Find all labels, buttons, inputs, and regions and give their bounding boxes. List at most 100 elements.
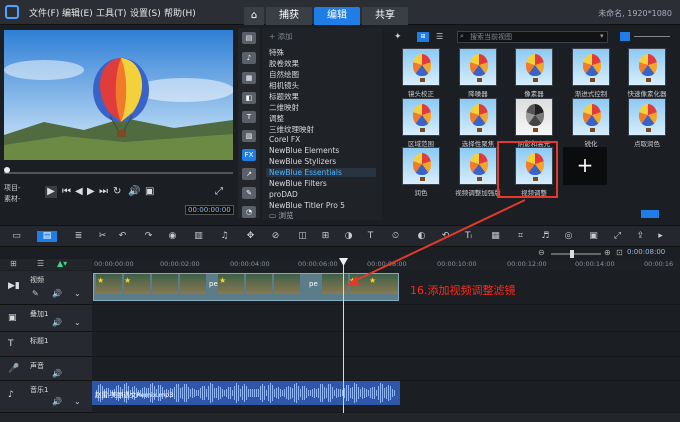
- title-track-lane[interactable]: [92, 332, 680, 357]
- effect-thumbnail[interactable]: [572, 98, 610, 136]
- effect-thumbnail[interactable]: [459, 48, 497, 86]
- track-add-icon[interactable]: ⊞: [10, 259, 17, 268]
- category-item[interactable]: NewBlue Filters: [269, 179, 327, 188]
- effect-thumbnail[interactable]: [515, 98, 553, 136]
- overlay-track-lane[interactable]: [92, 305, 680, 332]
- dropdown-icon[interactable]: ▾: [600, 32, 604, 40]
- category-item-selected[interactable]: NewBlue Essentials: [266, 168, 376, 177]
- timeline-ruler[interactable]: 00:00:00:00 00:00:02:00 00:00:04:00 00:0…: [92, 259, 680, 270]
- color-icon[interactable]: ◐: [416, 231, 427, 242]
- tab-share[interactable]: 共享: [362, 7, 408, 25]
- effect-thumbnail[interactable]: [459, 147, 497, 185]
- category-item[interactable]: Corel FX: [269, 135, 300, 144]
- category-item[interactable]: 调整: [269, 113, 284, 124]
- subtitle-icon[interactable]: ⊘: [270, 231, 281, 242]
- text-tool-icon[interactable]: Tᵢ: [463, 231, 474, 242]
- home-start-icon[interactable]: ⏮: [62, 186, 71, 197]
- loop-icon[interactable]: ⟲: [440, 231, 451, 242]
- video-track-lane[interactable]: pe pe ★ ★ ★ ★ ★: [92, 271, 680, 305]
- effect-thumbnail[interactable]: [402, 98, 440, 136]
- sort-icon[interactable]: ☰: [436, 32, 443, 41]
- audio-clip[interactable]: 赵雷-美丽遇文Remix.mp3: [92, 381, 400, 405]
- auto-music-icon[interactable]: ♫: [219, 231, 230, 242]
- playhead[interactable]: [343, 259, 344, 419]
- end-icon[interactable]: ⏭: [99, 186, 108, 197]
- panel-option-icon[interactable]: [641, 210, 659, 218]
- record-icon[interactable]: ◉: [167, 231, 178, 242]
- category-item[interactable]: 二维映射: [269, 102, 299, 113]
- redo-icon[interactable]: ↷: [143, 231, 154, 242]
- effect-thumbnail[interactable]: [628, 48, 666, 86]
- add-category-label[interactable]: + 添加: [269, 31, 293, 42]
- split-screen-icon[interactable]: ⊞: [320, 231, 331, 242]
- preview-scrubber[interactable]: [4, 172, 233, 174]
- effect-thumbnail[interactable]: [515, 48, 553, 86]
- timecode-display[interactable]: 00:00:00:00: [185, 205, 234, 215]
- speed-icon[interactable]: ◔: [242, 206, 256, 218]
- timeline-view-icon[interactable]: ▤: [37, 231, 57, 242]
- browse-button[interactable]: ▭ 浏览: [269, 210, 293, 221]
- play-icon[interactable]: ▶: [45, 186, 57, 198]
- expand-icon[interactable]: ⌄: [74, 397, 81, 406]
- category-item[interactable]: 胶卷效果: [269, 58, 299, 69]
- view-toggle-icon[interactable]: ⊞: [417, 32, 429, 42]
- horizontal-scrollbar[interactable]: [0, 413, 680, 422]
- search-input[interactable]: 搜索当前视图: [457, 31, 608, 43]
- prev-frame-icon[interactable]: ◀: [75, 186, 83, 197]
- next-frame-icon[interactable]: ▶: [87, 186, 95, 197]
- effect-thumbnail[interactable]: [459, 98, 497, 136]
- fit-timeline-icon[interactable]: ⊡: [616, 248, 623, 257]
- star-filter-icon[interactable]: ✦: [394, 32, 402, 42]
- voice-track-lane[interactable]: [92, 357, 680, 381]
- tools-icon[interactable]: ✂: [97, 231, 108, 242]
- zoom-in-icon[interactable]: ⊕: [604, 248, 611, 257]
- zoom-slider[interactable]: [551, 253, 601, 255]
- effect-thumbnail[interactable]: [628, 98, 666, 136]
- list-view-icon[interactable]: [620, 32, 630, 41]
- expand-icon[interactable]: ⌄: [74, 289, 81, 298]
- camera-icon[interactable]: ◎: [563, 231, 574, 242]
- speaker-icon[interactable]: 🔊: [52, 318, 62, 327]
- video-clip[interactable]: pe pe ★ ★ ★ ★ ★: [93, 273, 399, 301]
- fullscreen-icon[interactable]: ⤢: [215, 186, 223, 197]
- transition-icon[interactable]: ▦: [242, 72, 256, 84]
- grid-tool-icon[interactable]: ▦: [490, 231, 501, 242]
- hd-icon[interactable]: ▣: [145, 186, 154, 197]
- volume-icon[interactable]: 🔊: [128, 186, 140, 197]
- speed-tool-icon[interactable]: ⏲: [390, 231, 401, 242]
- motion-icon[interactable]: ↗: [242, 168, 256, 180]
- undo-icon[interactable]: ↶: [117, 231, 128, 242]
- thumb-size-slider[interactable]: [634, 36, 670, 37]
- scrubber-handle[interactable]: [4, 167, 10, 173]
- mask-icon[interactable]: ◑: [343, 231, 354, 242]
- effect-thumbnail[interactable]: [402, 48, 440, 86]
- category-item[interactable]: 标题效果: [269, 91, 299, 102]
- menu-edit[interactable]: 编辑(E): [62, 6, 93, 19]
- track-manager-icon[interactable]: ≣: [73, 231, 84, 242]
- export-icon[interactable]: ⇪: [635, 231, 646, 242]
- ripple-icon[interactable]: ▲▾: [57, 259, 67, 268]
- category-item[interactable]: 自然绘图: [269, 69, 299, 80]
- instant-project-icon[interactable]: ♪: [242, 52, 256, 64]
- audio-duck-icon[interactable]: ♬: [540, 231, 551, 242]
- effect-thumbnail[interactable]: [402, 147, 440, 185]
- expand-icon[interactable]: ⌄: [74, 318, 81, 327]
- category-item[interactable]: NewBlue Titler Pro 5: [269, 201, 345, 210]
- add-effect-button[interactable]: +: [563, 147, 607, 185]
- title-icon[interactable]: T: [242, 111, 256, 123]
- menu-settings[interactable]: 设置(S): [130, 6, 161, 19]
- filter-fx-icon[interactable]: FX: [242, 149, 256, 161]
- category-item[interactable]: 三维纹理映射: [269, 124, 314, 135]
- repeat-icon[interactable]: ↻: [113, 186, 121, 197]
- category-item[interactable]: 特殊: [269, 47, 284, 58]
- tab-edit[interactable]: 编辑: [314, 7, 360, 25]
- menu-tools[interactable]: 工具(T): [96, 6, 127, 19]
- category-item[interactable]: proDAD: [269, 190, 298, 199]
- speaker-icon[interactable]: 🔊: [52, 397, 62, 406]
- zoom-slider-handle[interactable]: [570, 250, 574, 258]
- path-icon[interactable]: ✎: [242, 187, 256, 199]
- category-item[interactable]: 相机镜头: [269, 80, 299, 91]
- storyboard-view-icon[interactable]: ▭: [11, 231, 22, 242]
- duration-display[interactable]: 0:00:08:00: [627, 248, 665, 256]
- category-item[interactable]: NewBlue Elements: [269, 146, 339, 155]
